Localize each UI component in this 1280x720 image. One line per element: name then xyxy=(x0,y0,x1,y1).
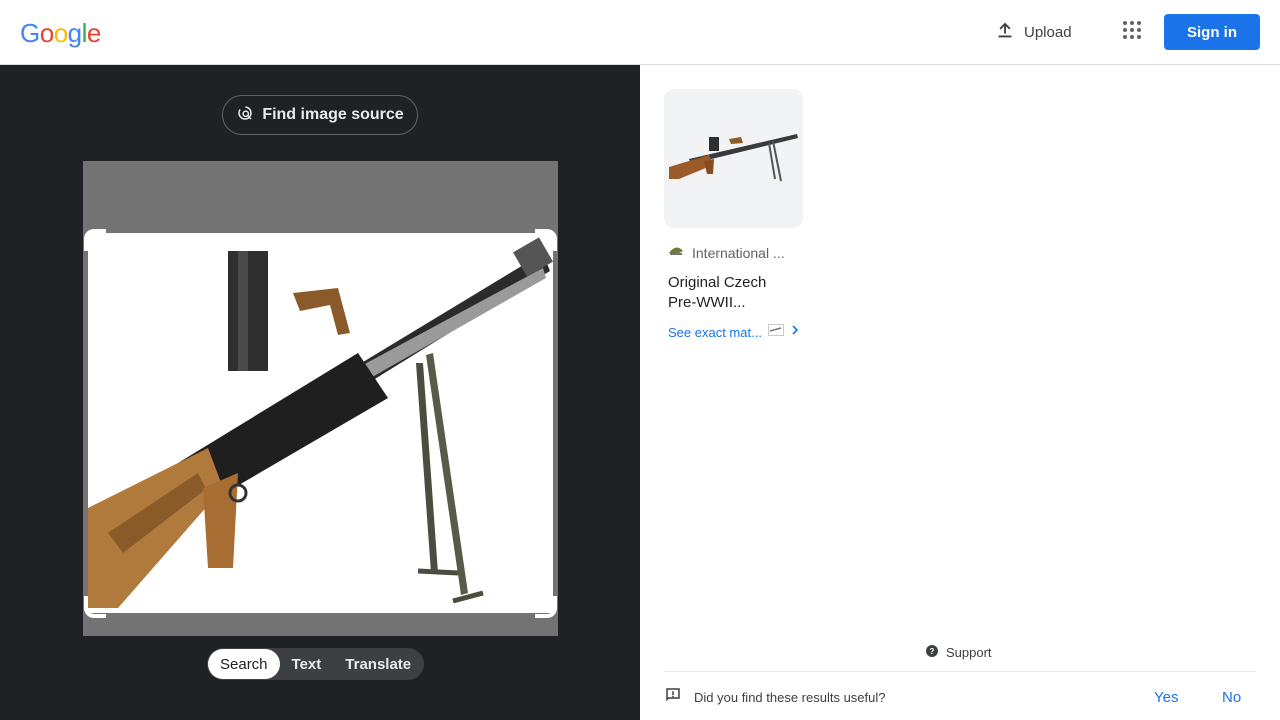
result-source: International ... xyxy=(664,242,803,263)
crop-handle-top-left[interactable] xyxy=(84,229,106,251)
crop-handle-bottom-right[interactable] xyxy=(535,596,557,618)
crop-handle-bottom-left[interactable] xyxy=(84,596,106,618)
see-exact-matches-label: See exact mat... xyxy=(668,324,762,340)
tab-search[interactable]: Search xyxy=(208,649,280,679)
google-logo[interactable]: Google xyxy=(20,18,101,49)
google-apps-button[interactable] xyxy=(1114,14,1150,50)
query-image xyxy=(88,233,553,613)
machine-gun-thumbnail xyxy=(668,133,798,181)
feedback-question: Did you find these results useful? xyxy=(694,689,886,705)
support-link[interactable]: ? Support xyxy=(926,645,992,660)
upload-icon xyxy=(994,19,1016,45)
tab-text[interactable]: Text xyxy=(280,649,334,679)
chevron-right-icon xyxy=(790,323,800,341)
svg-text:?: ? xyxy=(930,647,935,656)
result-thumbnail[interactable] xyxy=(664,89,803,228)
crop-handle-top-right[interactable] xyxy=(535,229,557,251)
result-card[interactable]: International ... Original Czech Pre-WWI… xyxy=(664,89,803,341)
results-pane: International ... Original Czech Pre-WWI… xyxy=(640,65,1280,720)
upload-button[interactable]: Upload xyxy=(984,14,1082,50)
footer-divider xyxy=(664,671,1256,672)
feedback-bar: Did you find these results useful? Yes N… xyxy=(664,685,1256,709)
sign-in-button[interactable]: Sign in xyxy=(1164,14,1260,50)
feedback-no-button[interactable]: No xyxy=(1222,689,1241,706)
find-image-source-button[interactable]: Find image source xyxy=(222,95,418,135)
feedback-icon xyxy=(664,686,682,709)
top-bar: Google Upload Sign in xyxy=(0,0,1280,65)
site-favicon-icon xyxy=(668,242,684,263)
apps-grid-icon xyxy=(1122,20,1142,45)
result-source-name: International ... xyxy=(692,244,785,261)
feedback-yes-button[interactable]: Yes xyxy=(1154,689,1178,706)
match-preview-icon xyxy=(767,323,784,341)
tab-translate[interactable]: Translate xyxy=(333,649,423,679)
find-image-source-label: Find image source xyxy=(262,106,404,123)
query-image-stage[interactable] xyxy=(83,161,558,636)
upload-label: Upload xyxy=(1024,23,1072,41)
machine-gun-image xyxy=(88,237,553,608)
see-exact-matches-link[interactable]: See exact mat... xyxy=(664,323,803,341)
support-label: Support xyxy=(946,645,992,660)
result-title-line2: Pre-WWII... xyxy=(668,294,746,311)
lens-search-icon xyxy=(236,104,254,127)
help-icon: ? xyxy=(926,645,938,660)
result-title-line1: Original Czech xyxy=(668,274,767,291)
image-query-pane: Find image source Search Text Translate xyxy=(0,65,640,720)
lens-mode-tabs: Search Text Translate xyxy=(207,648,425,680)
result-title[interactable]: Original Czech Pre-WWII... xyxy=(664,273,803,313)
